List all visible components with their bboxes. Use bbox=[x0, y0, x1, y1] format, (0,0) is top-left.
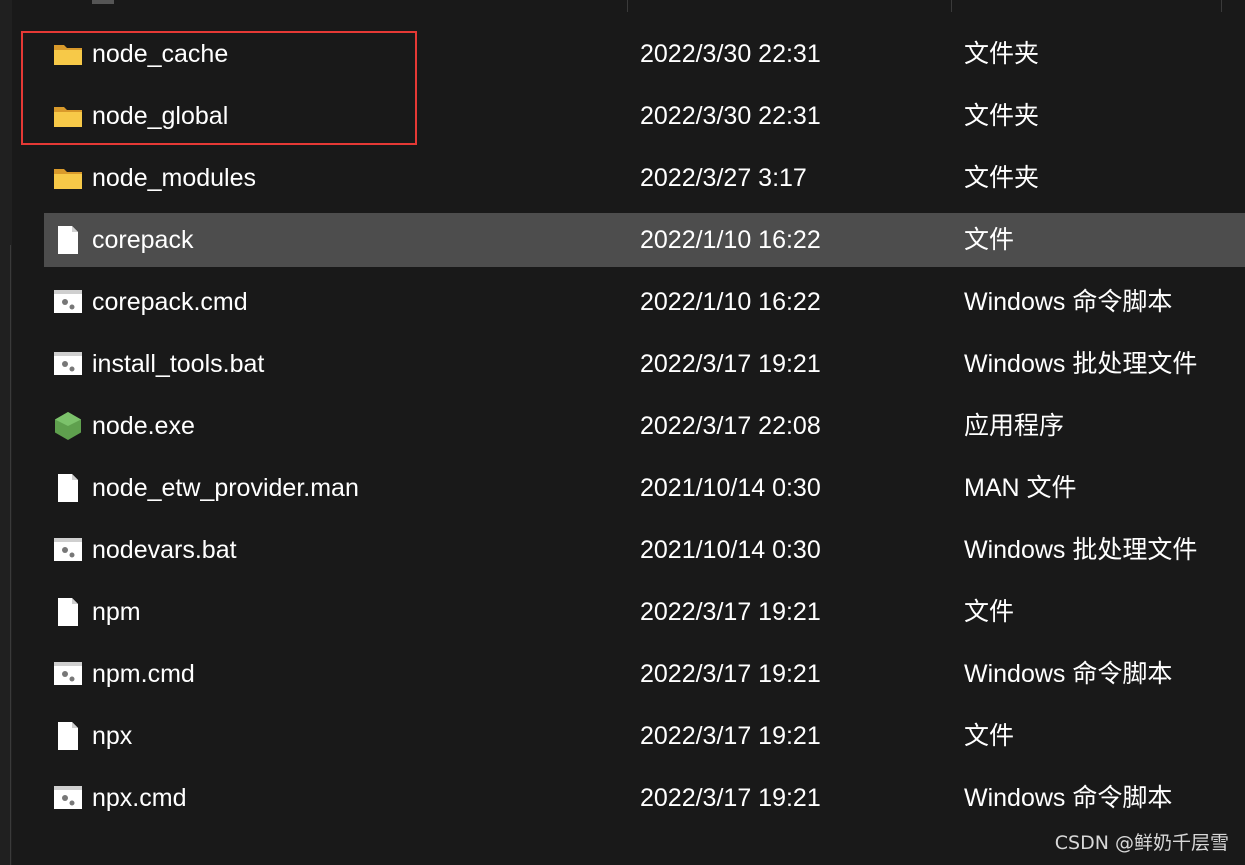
file-row-npx[interactable]: npx 2022/3/17 19:21 文件 bbox=[0, 705, 1245, 767]
file-type: 文件夹 bbox=[964, 102, 1040, 130]
folder-icon bbox=[53, 101, 83, 131]
file-name: node_global bbox=[92, 102, 229, 130]
watermark: CSDN @鲜奶千层雪 bbox=[1054, 832, 1229, 854]
file-name: install_tools.bat bbox=[92, 350, 265, 378]
header-partial-text bbox=[92, 0, 114, 4]
column-divider-date-type[interactable] bbox=[951, 0, 952, 12]
file-row-npm[interactable]: npm 2022/3/17 19:21 文件 bbox=[0, 581, 1245, 643]
file-row-corepack-cmd[interactable]: corepack.cmd 2022/1/10 16:22 Windows 命令脚… bbox=[0, 271, 1245, 333]
script-icon bbox=[53, 349, 83, 379]
file-name: npm.cmd bbox=[92, 660, 195, 688]
file-name: node_cache bbox=[92, 40, 229, 68]
file-type: 文件夹 bbox=[964, 164, 1040, 192]
file-date: 2021/10/14 0:30 bbox=[640, 474, 821, 502]
file-type: 应用程序 bbox=[964, 412, 1065, 440]
file-name: corepack.cmd bbox=[92, 288, 248, 316]
file-name: npx bbox=[92, 722, 133, 750]
file-type: Windows 命令脚本 bbox=[964, 784, 1173, 812]
file-list: node_cache 2022/3/30 22:31 文件夹 node_glob… bbox=[0, 23, 1245, 829]
column-divider-name-date[interactable] bbox=[627, 0, 628, 12]
file-date: 2022/1/10 16:22 bbox=[640, 226, 821, 254]
file-type: 文件 bbox=[964, 722, 1015, 750]
file-date: 2022/3/27 3:17 bbox=[640, 164, 807, 192]
file-row-node_global[interactable]: node_global 2022/3/30 22:31 文件夹 bbox=[0, 85, 1245, 147]
file-name: nodevars.bat bbox=[92, 536, 237, 564]
file-row-node_etw_provider-man[interactable]: node_etw_provider.man 2021/10/14 0:30 MA… bbox=[0, 457, 1245, 519]
file-type: MAN 文件 bbox=[964, 474, 1077, 502]
file-row-nodevars-bat[interactable]: nodevars.bat 2021/10/14 0:30 Windows 批处理… bbox=[0, 519, 1245, 581]
file-icon bbox=[53, 473, 83, 503]
file-date: 2022/3/30 22:31 bbox=[640, 40, 821, 68]
file-name: node.exe bbox=[92, 412, 195, 440]
script-icon bbox=[53, 535, 83, 565]
file-name: corepack bbox=[92, 226, 194, 254]
script-icon bbox=[53, 659, 83, 689]
file-name: npx.cmd bbox=[92, 784, 187, 812]
script-icon bbox=[53, 783, 83, 813]
column-divider-type-size[interactable] bbox=[1221, 0, 1222, 12]
file-icon bbox=[53, 225, 83, 255]
folder-icon bbox=[53, 163, 83, 193]
file-type: 文件夹 bbox=[964, 40, 1040, 68]
file-date: 2022/3/30 22:31 bbox=[640, 102, 821, 130]
file-type: 文件 bbox=[964, 226, 1015, 254]
file-type: 文件 bbox=[964, 598, 1015, 626]
file-date: 2022/3/17 22:08 bbox=[640, 412, 821, 440]
folder-icon bbox=[53, 39, 83, 69]
file-date: 2022/3/17 19:21 bbox=[640, 350, 821, 378]
file-type: Windows 批处理文件 bbox=[964, 536, 1198, 564]
file-name: node_modules bbox=[92, 164, 257, 192]
file-name: node_etw_provider.man bbox=[92, 474, 359, 502]
file-row-node_modules[interactable]: node_modules 2022/3/27 3:17 文件夹 bbox=[0, 147, 1245, 209]
file-date: 2022/1/10 16:22 bbox=[640, 288, 821, 316]
file-type: Windows 批处理文件 bbox=[964, 350, 1198, 378]
file-date: 2021/10/14 0:30 bbox=[640, 536, 821, 564]
file-row-npm-cmd[interactable]: npm.cmd 2022/3/17 19:21 Windows 命令脚本 bbox=[0, 643, 1245, 705]
file-row-corepack[interactable]: corepack 2022/1/10 16:22 文件 bbox=[0, 209, 1245, 271]
file-row-node_cache[interactable]: node_cache 2022/3/30 22:31 文件夹 bbox=[0, 23, 1245, 85]
file-type: Windows 命令脚本 bbox=[964, 288, 1173, 316]
file-row-install_tools-bat[interactable]: install_tools.bat 2022/3/17 19:21 Window… bbox=[0, 333, 1245, 395]
file-date: 2022/3/17 19:21 bbox=[640, 784, 821, 812]
file-icon bbox=[53, 597, 83, 627]
file-type: Windows 命令脚本 bbox=[964, 660, 1173, 688]
column-header-strip bbox=[0, 0, 1245, 12]
file-row-node-exe[interactable]: node.exe 2022/3/17 22:08 应用程序 bbox=[0, 395, 1245, 457]
file-date: 2022/3/17 19:21 bbox=[640, 722, 821, 750]
file-date: 2022/3/17 19:21 bbox=[640, 598, 821, 626]
file-row-npx-cmd[interactable]: npx.cmd 2022/3/17 19:21 Windows 命令脚本 bbox=[0, 767, 1245, 829]
file-date: 2022/3/17 19:21 bbox=[640, 660, 821, 688]
file-icon bbox=[53, 721, 83, 751]
script-icon bbox=[53, 287, 83, 317]
nodejs-icon bbox=[53, 411, 83, 441]
file-name: npm bbox=[92, 598, 141, 626]
